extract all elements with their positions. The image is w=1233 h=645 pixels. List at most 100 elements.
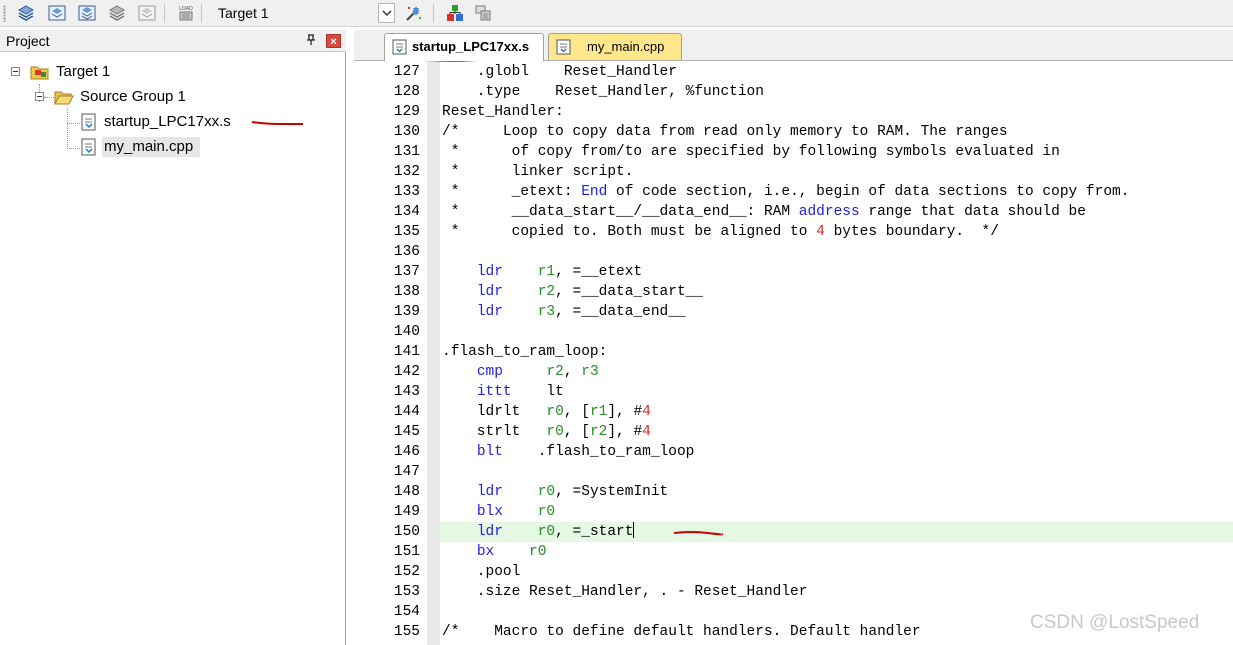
code-line[interactable]: 151 bx r0: [354, 542, 1233, 562]
code-line[interactable]: 147: [354, 462, 1233, 482]
code-line[interactable]: 144 ldrlt r0, [r1], #4: [354, 402, 1233, 422]
code-text: ldr r1, =__etext: [476, 264, 643, 280]
tab-my-main[interactable]: my_main.cpp: [548, 33, 682, 60]
red-annotation-mark: [673, 531, 724, 536]
line-number: 132: [393, 164, 420, 180]
line-number: 153: [393, 584, 420, 600]
code-line[interactable]: 152 .pool: [354, 562, 1233, 582]
line-number: 129: [393, 104, 420, 120]
translate-icon[interactable]: [15, 2, 37, 24]
target-dropdown-button[interactable]: [378, 3, 395, 23]
close-icon[interactable]: ×: [326, 34, 341, 48]
code-line[interactable]: 139 ldr r3, =__data_end__: [354, 302, 1233, 322]
line-number: 142: [393, 364, 420, 380]
tab-label: my_main.cpp: [587, 39, 665, 54]
code-line[interactable]: 136: [354, 242, 1233, 262]
chevron-down-icon: [382, 10, 392, 17]
text-cursor: [633, 522, 635, 538]
code-line[interactable]: 141 .flash_to_ram_loop:: [354, 342, 1233, 362]
code-line[interactable]: 142 cmp r2, r3: [354, 362, 1233, 382]
line-number: 152: [393, 564, 420, 580]
code-text: /* Loop to copy data from read only memo…: [442, 124, 1008, 140]
code-line[interactable]: 130 /* Loop to copy data from read only m…: [354, 122, 1233, 142]
select-packs-icon[interactable]: [472, 2, 494, 24]
tree-file-label: my_main.cpp: [104, 138, 194, 155]
code-line[interactable]: 133 * _etext: End of code section, i.e.,…: [354, 182, 1233, 202]
tab-startup[interactable]: startup_LPC17xx.s: [384, 33, 544, 68]
tree-file-main[interactable]: my_main.cpp: [0, 136, 346, 158]
code-line[interactable]: 145 strlt r0, [r2], #4: [354, 422, 1233, 442]
pin-icon[interactable]: [305, 34, 317, 48]
code-line[interactable]: 146 blt .flash_to_ram_loop: [354, 442, 1233, 462]
target-folder-icon: [30, 63, 50, 88]
code-line[interactable]: 150 ldr r0, =_start: [354, 522, 1233, 542]
code-line[interactable]: 129 Reset_Handler:: [354, 102, 1233, 122]
tree-node-group[interactable]: Source Group 1: [0, 86, 346, 108]
stop-build-icon[interactable]: [136, 2, 158, 24]
collapse-icon[interactable]: [11, 67, 20, 76]
collapse-icon[interactable]: [35, 92, 44, 101]
code-text: /* Macro to define default handlers. Def…: [442, 624, 921, 640]
line-number: 154: [393, 604, 420, 620]
tree-file-startup[interactable]: startup_LPC17xx.s: [0, 111, 346, 133]
code-text: cmp r2, r3: [476, 364, 599, 380]
code-text: * __data_start__/__data_end__: RAM addre…: [442, 204, 1086, 220]
line-number: 127: [393, 64, 420, 80]
file-icon: [80, 138, 98, 163]
line-number: 131: [393, 144, 420, 160]
code-text: .type Reset_Handler, %function: [442, 84, 764, 100]
code-line[interactable]: 138 ldr r2, =__data_start__: [354, 282, 1233, 302]
line-number: 146: [393, 444, 420, 460]
line-number: 149: [393, 504, 420, 520]
tree-group-label: Source Group 1: [80, 88, 186, 105]
line-number: 141: [393, 344, 420, 360]
code-line[interactable]: 134 * __data_start__/__data_end__: RAM a…: [354, 202, 1233, 222]
panel-title: Project: [6, 33, 50, 49]
toolbar: LOAD Target 1: [0, 0, 1233, 27]
code-line[interactable]: 135 * copied to. Both must be aligned to…: [354, 222, 1233, 242]
line-number: 139: [393, 304, 420, 320]
code-line[interactable]: 140: [354, 322, 1233, 342]
code-line[interactable]: 137 ldr r1, =__etext: [354, 262, 1233, 282]
code-text: * of copy from/to are specified by follo…: [442, 144, 1060, 160]
project-panel-header: Project ×: [0, 30, 346, 52]
tree-target-label: Target 1: [56, 63, 111, 80]
code-line[interactable]: 149 blx r0: [354, 502, 1233, 522]
code-text: ldr r3, =__data_end__: [476, 304, 686, 320]
line-number: 145: [393, 424, 420, 440]
code-editor[interactable]: 127 .globl Reset_Handler 128 .type Reset_…: [354, 62, 1233, 645]
tree-file-label: startup_LPC17xx.s: [104, 113, 231, 130]
code-line[interactable]: 128 .type Reset_Handler, %function: [354, 82, 1233, 102]
target-select[interactable]: Target 1: [208, 2, 374, 24]
build-icon[interactable]: [46, 2, 68, 24]
line-number: 155: [393, 624, 420, 640]
line-number: 144: [393, 404, 420, 420]
code-text: * _etext: End of code section, i.e., beg…: [442, 184, 1130, 200]
line-number: 150: [393, 524, 420, 540]
tree-node-target[interactable]: Target 1: [0, 61, 346, 83]
rebuild-icon[interactable]: [76, 2, 98, 24]
target-options-icon[interactable]: [402, 2, 424, 24]
toolbar-separator: [164, 4, 165, 23]
code-text: strlt r0, [r2], #4: [442, 424, 651, 440]
code-line[interactable]: 127 .globl Reset_Handler: [354, 62, 1233, 82]
code-line[interactable]: 153 .size Reset_Handler, . - Reset_Handl…: [354, 582, 1233, 602]
toolbar-separator: [201, 4, 202, 23]
tab-label: startup_LPC17xx.s: [412, 39, 530, 54]
code-line[interactable]: 148 ldr r0, =SystemInit: [354, 482, 1233, 502]
manage-components-icon[interactable]: [444, 2, 466, 24]
toolbar-separator: [433, 4, 434, 23]
code-text: blt .flash_to_ram_loop: [476, 444, 695, 460]
line-number: 138: [393, 284, 420, 300]
batch-build-icon[interactable]: [106, 2, 128, 24]
code-line[interactable]: 132 * linker script.: [354, 162, 1233, 182]
file-icon: [392, 39, 407, 55]
toolbar-grip[interactable]: [3, 5, 6, 22]
watermark: CSDN @LostSpeed: [1030, 612, 1200, 633]
code-line[interactable]: 143 ittt lt: [354, 382, 1233, 402]
line-number: 128: [393, 84, 420, 100]
line-number: 147: [393, 464, 420, 480]
code-line[interactable]: 131 * of copy from/to are specified by f…: [354, 142, 1233, 162]
download-icon[interactable]: LOAD: [175, 2, 197, 24]
code-text: .size Reset_Handler, . - Reset_Handler: [442, 584, 808, 600]
